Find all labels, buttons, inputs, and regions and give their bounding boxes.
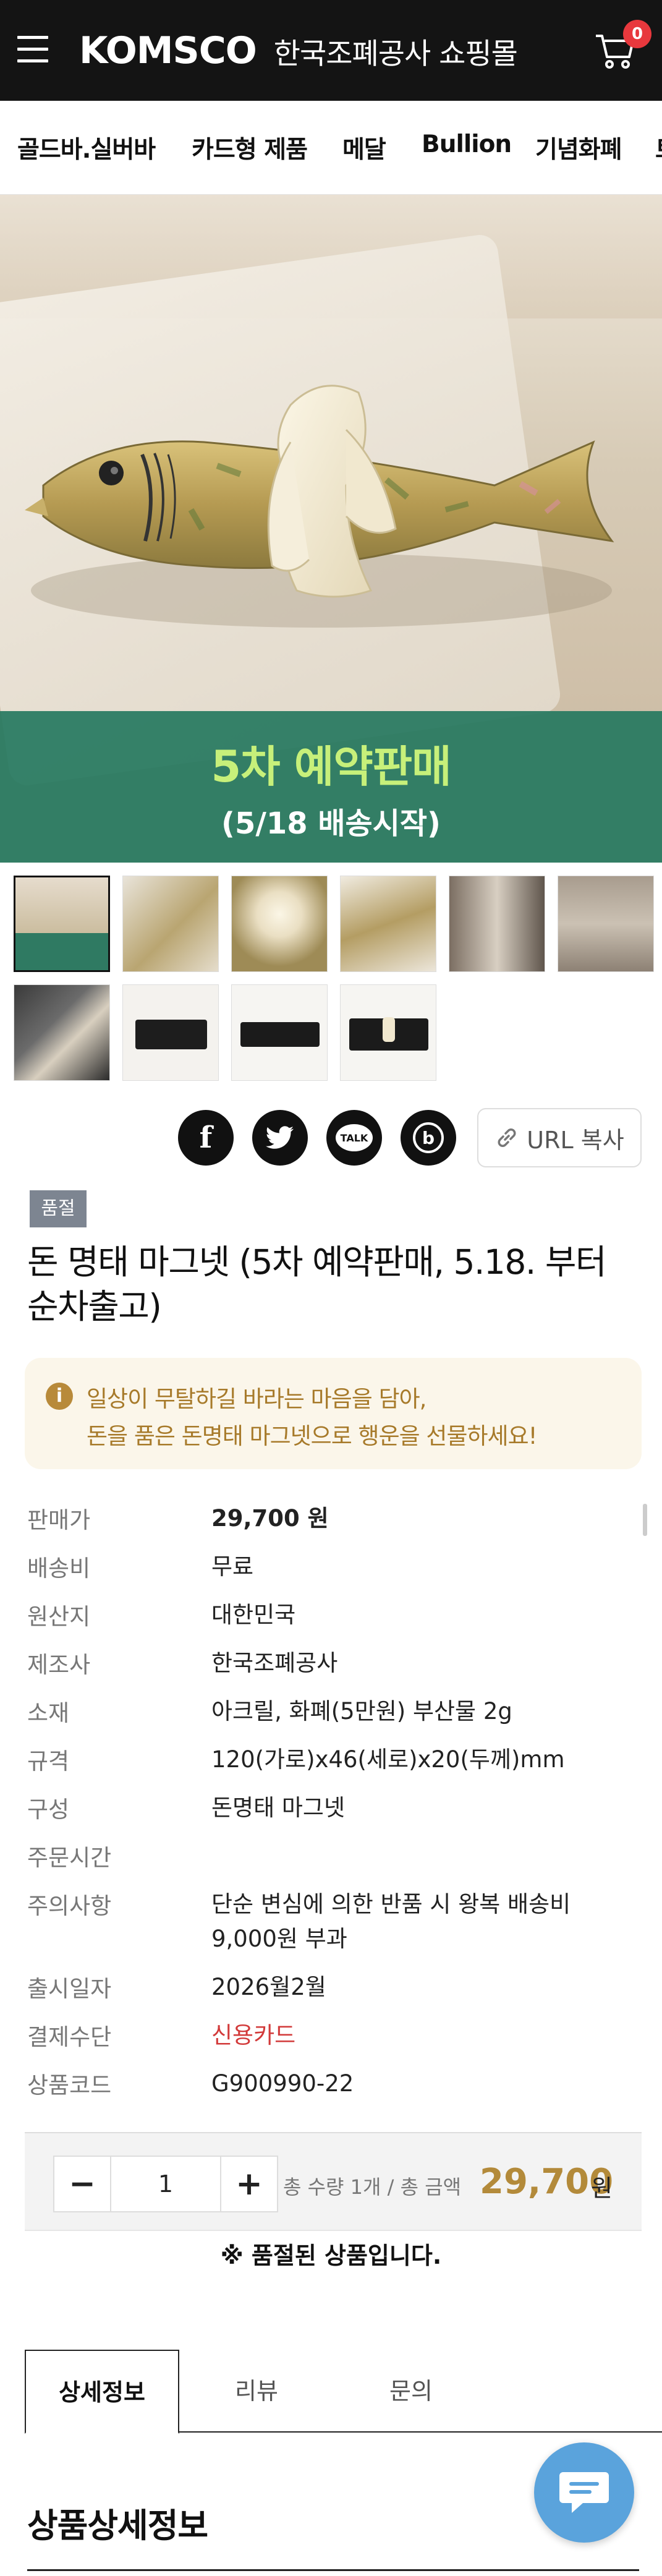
category-bullion[interactable]: Bullion (422, 130, 512, 158)
cart-button[interactable]: 0 (595, 20, 651, 74)
chat-icon (559, 2472, 609, 2513)
info-value: 돈명태 마그넷 (211, 1794, 346, 1821)
share-blog-button[interactable]: b (401, 1110, 456, 1166)
top-header: KOMSCO 한국조폐공사 쇼핑몰 0 (0, 0, 662, 101)
product-notice: i 일상이 무탈하길 바라는 마음을 담아, 돈을 품은 돈명태 마그넷으로 행… (25, 1358, 642, 1469)
soldout-badge: 품절 (30, 1190, 87, 1227)
info-value-price: 29,700 원 (211, 1505, 329, 1532)
category-commemorative-coins[interactable]: 기념화폐 (535, 130, 622, 165)
info-row-price: 판매가 29,700 원 (27, 1501, 639, 1550)
info-label: 주의사항 (27, 1893, 112, 1919)
info-label: 출시일자 (27, 1976, 112, 2002)
quantity-increase-button[interactable]: + (221, 2157, 277, 2211)
category-gold-silver-bar[interactable]: 골드바.실버바 (17, 130, 156, 165)
scrollbar[interactable] (643, 1504, 647, 1536)
share-facebook-button[interactable]: f (178, 1110, 234, 1166)
notice-line-1: 일상이 무탈하길 바라는 마음을 담아, (87, 1386, 426, 1412)
info-row-payment: 결제수단 신용카드 (27, 2018, 639, 2066)
banner-main-text: 5차 예약판매 (211, 741, 451, 792)
thumbnail-3[interactable] (231, 876, 328, 972)
quantity-input[interactable]: 1 (110, 2157, 221, 2211)
thumbnail-7[interactable] (14, 984, 110, 1081)
info-value: G900990-22 (211, 2070, 354, 2097)
tab-details[interactable]: 상세정보 (25, 2350, 179, 2434)
info-label: 규격 (27, 1748, 70, 1775)
notice-line-2: 돈을 품은 돈명태 마그넷으로 행운을 선물하세요! (87, 1423, 537, 1449)
tab-reviews[interactable]: 리뷰 (179, 2350, 334, 2433)
chat-button[interactable] (534, 2442, 634, 2543)
section-divider (27, 2569, 639, 2571)
site-logo[interactable]: KOMSCO 한국조폐공사 쇼핑몰 (79, 26, 518, 75)
logo-brand: KOMSCO (79, 29, 257, 72)
category-nav: 골드바.실버바 카드형 제품 메달 Bullion 기념화폐 트 (0, 101, 662, 195)
total-unit: 원 (591, 2175, 613, 2202)
thumbnail-2[interactable] (122, 876, 219, 972)
blog-icon: b (413, 1122, 444, 1153)
twitter-icon (266, 1126, 294, 1149)
info-value-payment: 신용카드 (211, 2022, 296, 2049)
purchase-box: − 1 + 총 수량 1개 / 총 금액 29,700 원 (25, 2132, 642, 2231)
info-row-dimensions: 규격 120(가로)x46(세로)x20(두께)mm (27, 1742, 639, 1791)
info-value: 대한민국 (211, 1601, 296, 1628)
category-medal[interactable]: 메달 (342, 130, 386, 165)
preorder-banner: 5차 예약판매 (5/18 배송시작) (0, 711, 662, 863)
info-icon: i (46, 1383, 73, 1410)
url-copy-button[interactable]: URL 복사 (477, 1108, 642, 1167)
category-partial[interactable]: 트 (655, 130, 662, 165)
info-row-origin: 원산지 대한민국 (27, 1598, 639, 1646)
info-label: 구성 (27, 1796, 70, 1823)
menu-icon[interactable] (17, 36, 48, 64)
logo-subtitle: 한국조폐공사 쇼핑몰 (273, 36, 518, 71)
info-row-manufacturer: 제조사 한국조폐공사 (27, 1646, 639, 1694)
info-value: 아크릴, 화폐(5만원) 부산물 2g (211, 1698, 512, 1725)
tab-inquiry[interactable]: 문의 (334, 2350, 488, 2433)
share-kakaotalk-button[interactable]: TALK (326, 1110, 382, 1166)
info-row-material: 소재 아크릴, 화폐(5만원) 부산물 2g (27, 1694, 639, 1742)
info-value: 한국조폐공사 (211, 1650, 338, 1676)
info-label: 판매가 (27, 1507, 91, 1533)
info-row-shipping: 배송비 무료 (27, 1550, 639, 1598)
soldout-note: ※ 품절된 상품입니다. (220, 2242, 442, 2269)
section-title: 상품상세정보 (27, 2506, 208, 2545)
product-tabs: 상세정보 리뷰 문의 (25, 2350, 662, 2434)
thumbnail-4[interactable] (340, 876, 436, 972)
info-label: 상품코드 (27, 2072, 112, 2099)
info-label: 결제수단 (27, 2024, 112, 2050)
quantity-decrease-button[interactable]: − (54, 2157, 110, 2211)
info-row-caution: 주의사항 단순 변심에 의한 반품 시 왕복 배송비 9,000원 부과 (27, 1887, 639, 1968)
cart-count-badge: 0 (623, 20, 651, 48)
total-label: 총 수량 1개 / 총 금액 (283, 2175, 462, 2199)
thumbnail-6[interactable] (558, 876, 654, 972)
share-twitter-button[interactable] (252, 1110, 308, 1166)
link-icon (498, 1128, 516, 1147)
info-value: 120(가로)x46(세로)x20(두께)mm (211, 1746, 565, 1773)
thumbnail-10[interactable] (340, 984, 436, 1081)
info-row-product-code: 상품코드 G900990-22 (27, 2066, 639, 2115)
info-row-composition: 구성 돈명태 마그넷 (27, 1791, 639, 1839)
info-row-release-date: 출시일자 2026월2월 (27, 1970, 639, 2018)
info-label: 소재 (27, 1700, 70, 1726)
url-copy-label: URL 복사 (527, 1126, 624, 1154)
thumbnail-1[interactable] (14, 876, 110, 972)
thumbnail-9[interactable] (231, 984, 328, 1081)
info-label: 배송비 (27, 1555, 91, 1582)
info-row-order-time: 주문시간 (27, 1839, 639, 1887)
info-label: 원산지 (27, 1603, 91, 1630)
info-value: 단순 변심에 의한 반품 시 왕복 배송비 9,000원 부과 (211, 1891, 571, 1952)
info-label: 주문시간 (27, 1845, 112, 1871)
kakaotalk-icon: TALK (336, 1124, 373, 1151)
thumbnail-5[interactable] (449, 876, 545, 972)
product-main-image[interactable]: 5차 예약판매 (5/18 배송시작) (0, 195, 662, 863)
info-value: 무료 (211, 1553, 254, 1580)
facebook-icon: f (199, 1120, 213, 1155)
info-label: 제조사 (27, 1652, 91, 1678)
category-card-products[interactable]: 카드형 제품 (192, 130, 308, 165)
thumbnail-8[interactable] (122, 984, 219, 1081)
product-title: 돈 명태 마그넷 (5차 예약판매, 5.18. 부터 순차출고) (27, 1242, 607, 1326)
banner-sub-text: (5/18 배송시작) (221, 806, 441, 841)
info-value: 2026월2월 (211, 1974, 326, 2000)
quantity-stepper: − 1 + (53, 2156, 278, 2212)
